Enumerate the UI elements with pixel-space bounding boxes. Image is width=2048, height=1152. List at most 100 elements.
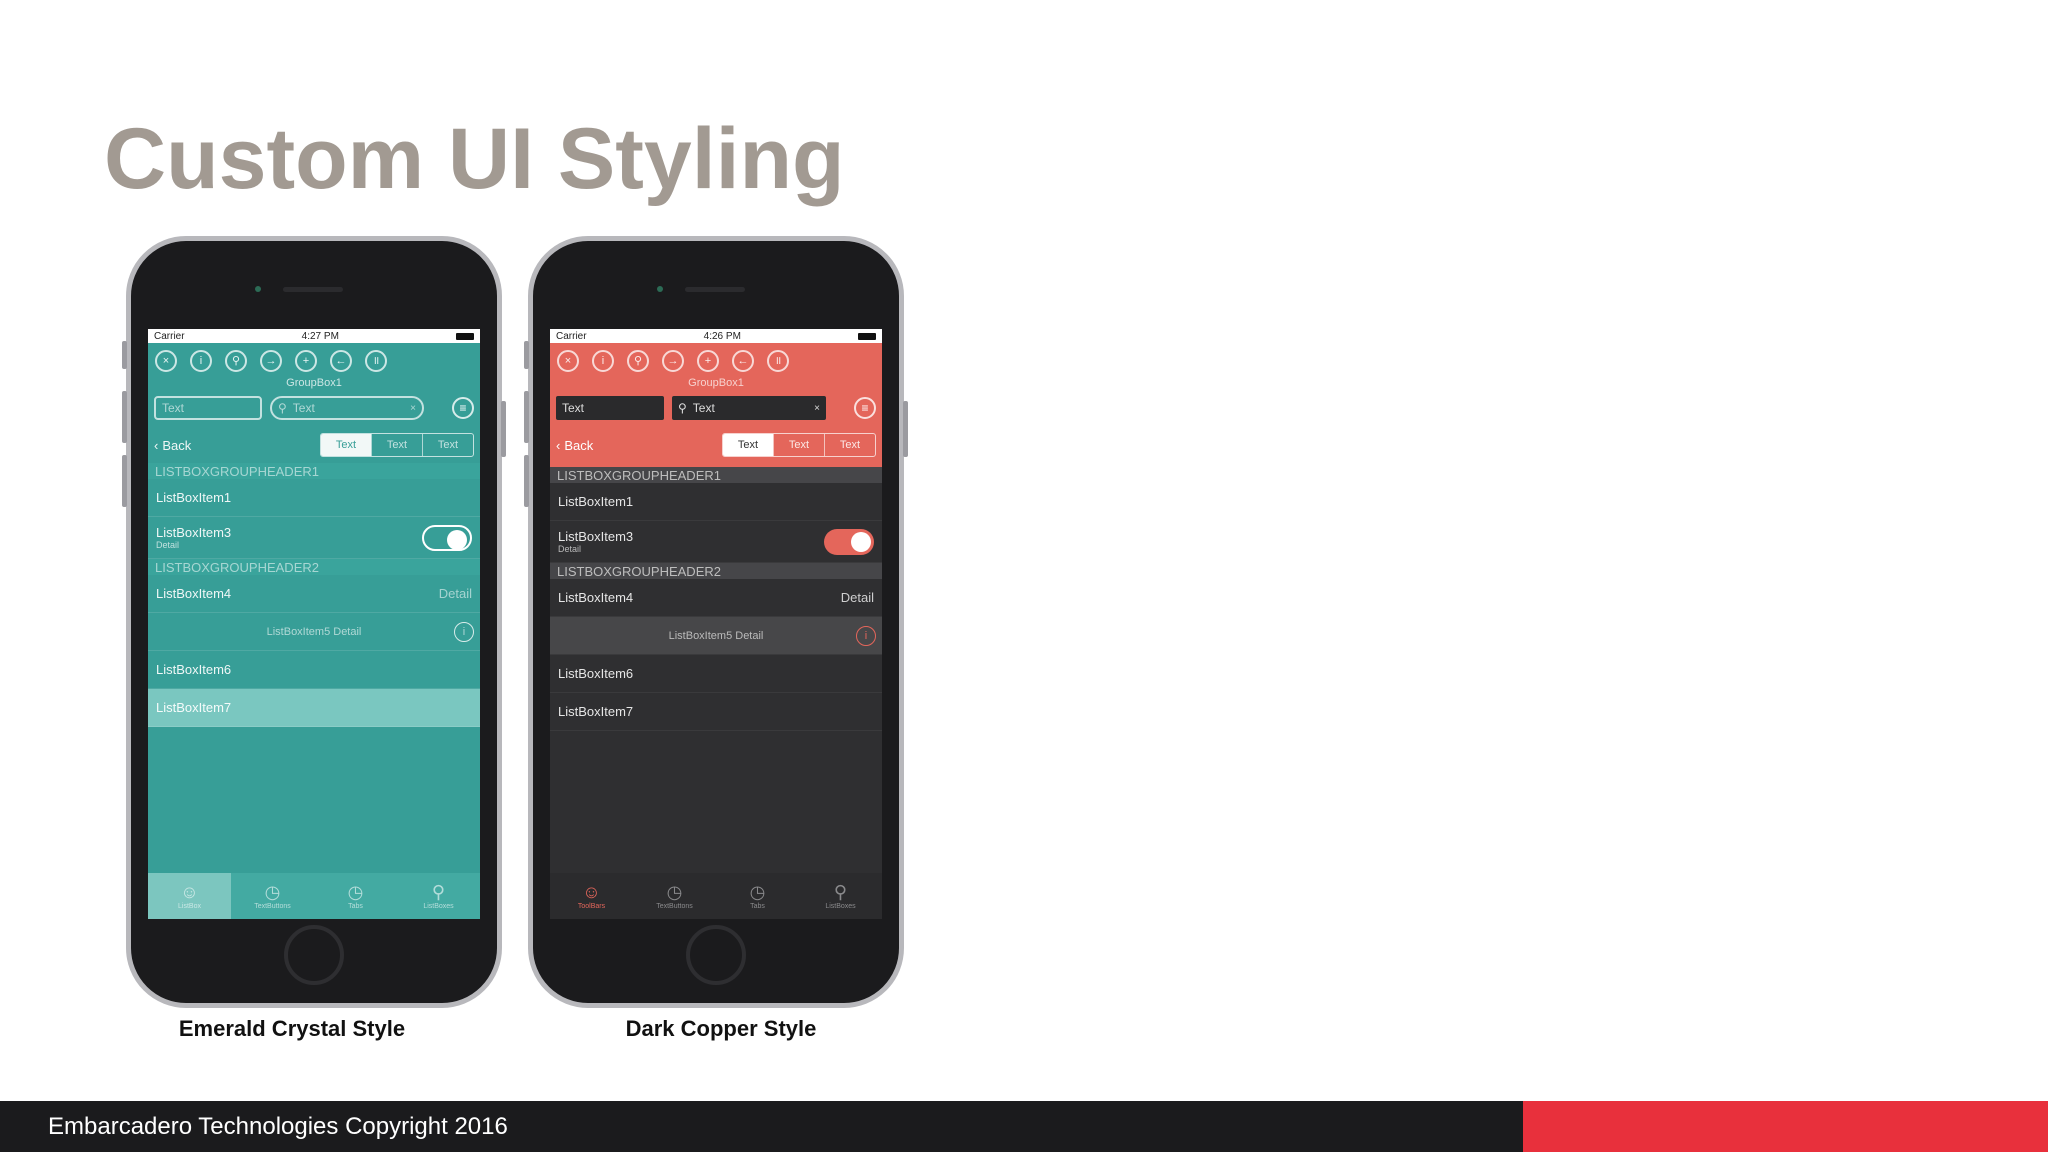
tab-textbuttons[interactable]: ◷ TextButtons	[633, 873, 716, 919]
back-button[interactable]: ‹ Back	[154, 438, 191, 453]
tab-label: TextButtons	[254, 902, 291, 910]
icon-button-row: × i ⚲ → + ← ॥	[550, 348, 882, 374]
forward-icon[interactable]: →	[260, 350, 282, 372]
segment-2[interactable]: Text	[773, 434, 824, 456]
info-icon[interactable]: i	[592, 350, 614, 372]
volume-down-button	[122, 455, 127, 507]
input-row: Text ⚲ Text × ≡	[148, 393, 480, 423]
list-item[interactable]: ListBoxItem6	[550, 655, 882, 693]
pause-icon[interactable]: ॥	[767, 350, 789, 372]
close-circle-icon[interactable]: ×	[155, 350, 177, 372]
tab-label: ListBox	[178, 902, 201, 910]
pause-icon[interactable]: ॥	[365, 350, 387, 372]
tab-listboxes[interactable]: ⚲ ListBoxes	[799, 873, 882, 919]
list-item[interactable]: ListBoxItem5 Detail i	[550, 617, 882, 655]
list-item[interactable]: ListBoxItem7	[148, 689, 480, 727]
mute-switch	[524, 341, 529, 369]
list-item-label: ListBoxItem6	[156, 662, 232, 677]
add-icon[interactable]: +	[697, 350, 719, 372]
text-input[interactable]: Text	[154, 396, 262, 420]
groupbox-label: GroupBox1	[286, 377, 342, 389]
segment-1[interactable]: Text	[321, 434, 371, 456]
tab-label: ListBoxes	[423, 902, 454, 910]
app-body: × i ⚲ → + ← ॥ GroupBox1 Text ⚲ Text × ≡ …	[148, 343, 480, 919]
list-item[interactable]: ListBoxItem3 Detail	[550, 521, 882, 563]
list-group-header-2: LISTBOXGROUPHEADER2	[550, 563, 882, 579]
back-button[interactable]: ‹ Back	[556, 438, 593, 453]
tab-listboxes[interactable]: ⚲ ListBoxes	[397, 873, 480, 919]
clear-icon[interactable]: ×	[410, 403, 416, 414]
status-bar: Carrier 4:27 PM	[148, 329, 480, 343]
tab-label: Tabs	[348, 902, 363, 910]
list-item-label: ListBoxItem7	[558, 704, 634, 719]
volume-down-button	[524, 455, 529, 507]
search-input[interactable]: ⚲ Text ×	[270, 396, 424, 420]
list-item[interactable]: ListBoxItem5 Detail i	[148, 613, 480, 651]
search-input[interactable]: ⚲ Text ×	[672, 396, 826, 420]
earpiece-speaker	[685, 287, 745, 292]
back-icon[interactable]: ←	[330, 350, 352, 372]
tab-toolbars[interactable]: ☺ ToolBars	[550, 873, 633, 919]
toggle-knob	[851, 531, 871, 552]
back-label: Back	[162, 437, 192, 453]
tab-textbuttons[interactable]: ◷ TextButtons	[231, 873, 314, 919]
search-icon[interactable]: ⚲	[225, 350, 247, 372]
list-item-subtitle: Detail	[156, 540, 180, 550]
clear-icon[interactable]: ×	[814, 403, 820, 414]
list-item[interactable]: ListBoxItem1	[148, 479, 480, 517]
status-time: 4:26 PM	[703, 330, 741, 342]
segment-3[interactable]: Text	[422, 434, 473, 456]
close-circle-icon[interactable]: ×	[557, 350, 579, 372]
footer-bar: Embarcadero Technologies Copyright 2016	[0, 1101, 1523, 1152]
mute-switch	[122, 341, 127, 369]
front-camera	[255, 286, 261, 292]
segmented-control: Text Text Text	[320, 433, 474, 457]
back-label: Back	[564, 437, 594, 453]
nav-bar: ‹ Back Text Text Text	[550, 427, 882, 463]
clock-icon: ◷	[749, 881, 766, 902]
list-item[interactable]: ListBoxItem6	[148, 651, 480, 689]
carrier-label: Carrier	[154, 330, 185, 342]
forward-icon[interactable]: →	[662, 350, 684, 372]
app-header: × i ⚲ → + ← ॥ GroupBox1 Text ⚲ Text × ≡ …	[550, 343, 882, 467]
person-icon: ☺	[180, 881, 199, 902]
tab-bar: ☺ ListBox ◷ TextButtons ◷ Tabs ⚲ ListBoxes	[148, 873, 480, 919]
carrier-label: Carrier	[556, 330, 587, 342]
toggle-switch[interactable]	[824, 528, 874, 555]
list-item-label: ListBoxItem6	[558, 666, 634, 681]
search-icon: ⚲	[833, 881, 848, 902]
list-item[interactable]: ListBoxItem4 Detail	[148, 575, 480, 613]
info-icon[interactable]: i	[454, 621, 474, 642]
list-group-header-1: LISTBOXGROUPHEADER1	[148, 463, 480, 479]
status-time: 4:27 PM	[301, 330, 339, 342]
segment-1[interactable]: Text	[723, 434, 773, 456]
menu-icon[interactable]: ≡	[452, 397, 474, 419]
tab-label: ToolBars	[577, 902, 606, 910]
app-body: × i ⚲ → + ← ॥ GroupBox1 Text ⚲ Text × ≡ …	[550, 343, 882, 919]
segment-3[interactable]: Text	[824, 434, 875, 456]
list-item-detail: Detail	[840, 590, 874, 605]
add-icon[interactable]: +	[295, 350, 317, 372]
search-icon[interactable]: ⚲	[627, 350, 649, 372]
tab-tabs[interactable]: ◷ Tabs	[314, 873, 397, 919]
groupbox-label: GroupBox1	[688, 377, 744, 389]
toggle-switch[interactable]	[422, 524, 472, 551]
list-item[interactable]: ListBoxItem7	[550, 693, 882, 731]
menu-icon[interactable]: ≡	[854, 397, 876, 419]
app-header: × i ⚲ → + ← ॥ GroupBox1 Text ⚲ Text × ≡ …	[148, 343, 480, 463]
info-icon[interactable]: i	[190, 350, 212, 372]
text-input[interactable]: Text	[556, 396, 664, 420]
segment-2[interactable]: Text	[371, 434, 422, 456]
list-item[interactable]: ListBoxItem1	[550, 483, 882, 521]
slide-title: Custom UI Styling	[104, 111, 845, 207]
segmented-control: Text Text Text	[722, 433, 876, 457]
info-icon[interactable]: i	[856, 625, 876, 646]
emerald-phone: Carrier 4:27 PM × i ⚲ → + ← ॥ GroupBox1 …	[122, 236, 506, 1008]
back-icon[interactable]: ←	[732, 350, 754, 372]
chevron-left-icon: ‹	[556, 437, 561, 453]
tab-listbox[interactable]: ☺ ListBox	[148, 873, 231, 919]
tab-tabs[interactable]: ◷ Tabs	[716, 873, 799, 919]
list-item[interactable]: ListBoxItem3 Detail	[148, 517, 480, 559]
list-item[interactable]: ListBoxItem4 Detail	[550, 579, 882, 617]
copper-screen: Carrier 4:26 PM × i ⚲ → + ← ॥ GroupBox1 …	[550, 329, 882, 919]
